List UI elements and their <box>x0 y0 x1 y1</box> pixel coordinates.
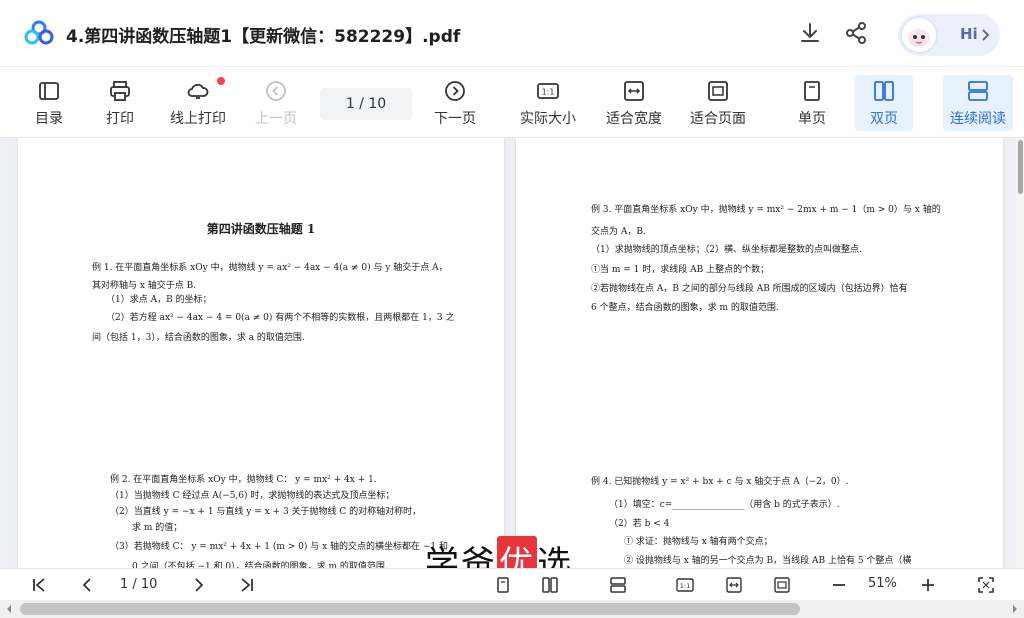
actual-size-small-icon[interactable]: 1:1 <box>676 576 694 594</box>
continuous-small-icon[interactable] <box>609 576 627 594</box>
text-line: （1）填空：c=________________（用含 b 的式子表示）. <box>609 500 840 510</box>
text-line: ②若抛物线在点 A，B 之间的部分与线段 AB 所围成的区域内（包括边界）恰有 <box>591 284 908 294</box>
text-line: ①当 m = 1 时，求线段 AB 上整点的个数； <box>591 265 770 275</box>
text-line: 求 m 的值； <box>132 523 183 533</box>
pdf-page-right: 例 3. 平面直角坐标系 xOy 中，抛物线 y = mx² − 2mx + m… <box>516 138 1003 570</box>
single-page-small-icon[interactable] <box>494 576 512 594</box>
prev-page-button[interactable]: 上一页 <box>250 75 302 131</box>
text-line: 例 4. 已知抛物线 y = x² + bx + c 与 x 轴交于点 A（−2… <box>591 477 849 487</box>
page-number-input[interactable]: 1 / 10 <box>320 88 412 120</box>
actual-size-icon: 1:1 <box>537 83 559 99</box>
prev-page-small-icon[interactable] <box>78 576 96 594</box>
zoom-level[interactable]: 51% <box>868 576 897 591</box>
text-line: （2）若方程 ax² − 4ax − 4 = 0(a ≠ 0) 有两个不相等的实… <box>106 313 455 323</box>
fit-page-small-icon[interactable] <box>773 576 791 594</box>
text-line: 例 1. 在平面直角坐标系 xOy 中，抛物线 y = ax² − 4ax − … <box>92 263 448 273</box>
single-page-button[interactable]: 单页 <box>787 75 837 131</box>
fit-width-icon <box>624 81 644 101</box>
fit-width-small-icon[interactable] <box>725 576 743 594</box>
text-line: 间（包括 1，3），结合函数的图象，求 a 的取值范围. <box>92 333 305 343</box>
text-line: ② 设抛物线与 x 轴的另一个交点为 B，当线段 AB 上恰有 5 个整点（横 <box>624 556 912 566</box>
hi-label: Hi <box>960 25 978 43</box>
scroll-right-icon[interactable] <box>1010 604 1020 614</box>
text-line: 交点为 A，B. <box>591 227 646 237</box>
text-line: （2）当直线 y = −x + 1 与直线 y = x + 3 关于抛物线 C … <box>110 507 422 517</box>
document-title: 4.第四讲函数压轴题1【更新微信：582229】.pdf <box>66 27 461 47</box>
bottom-page-indicator[interactable]: 1 / 10 <box>120 577 157 592</box>
assistant-avatar-icon <box>900 16 938 54</box>
next-page-button[interactable]: 下一页 <box>429 75 481 131</box>
fit-page-icon <box>708 81 728 101</box>
text-line: （1）求点 A，B 的坐标； <box>106 295 212 305</box>
svg-text:1:1: 1:1 <box>542 88 555 97</box>
document-viewer[interactable]: 第四讲函数压轴题 1 例 1. 在平面直角坐标系 xOy 中，抛物线 y = a… <box>0 138 1016 570</box>
text-line: 例 2. 在平面直角坐标系 xOy 中，抛物线 C： y = mx² + 4x … <box>110 475 377 485</box>
assistant-hi-button[interactable]: Hi <box>898 14 1000 56</box>
vertical-scrollbar[interactable] <box>1016 138 1024 568</box>
actual-size-button[interactable]: 1:1 实际大小 <box>516 75 580 131</box>
toolbar: 目录 打印 线上打印 上一页 1 / 10 下一页 1:1 实际大小 适合宽度 … <box>0 66 1024 138</box>
title-bar: 4.第四讲函数压轴题1【更新微信：582229】.pdf Hi <box>0 0 1024 66</box>
text-line: （2）若 b < 4 <box>609 519 670 529</box>
scroll-left-icon[interactable] <box>4 604 14 614</box>
next-page-small-icon[interactable] <box>190 576 208 594</box>
vertical-scroll-thumb[interactable] <box>1018 140 1023 194</box>
fit-page-button[interactable]: 适合页面 <box>686 75 750 131</box>
zoom-out-icon[interactable] <box>830 576 848 594</box>
online-print-button[interactable]: 线上打印 <box>166 75 230 131</box>
page-heading: 第四讲函数压轴题 1 <box>206 222 316 236</box>
pdf-page-left: 第四讲函数压轴题 1 例 1. 在平面直角坐标系 xOy 中，抛物线 y = a… <box>18 138 504 570</box>
svg-text:1:1: 1:1 <box>680 582 690 590</box>
fullscreen-icon[interactable] <box>977 576 995 594</box>
notification-dot <box>217 77 225 85</box>
fit-width-button[interactable]: 适合宽度 <box>602 75 666 131</box>
zoom-in-icon[interactable] <box>919 576 937 594</box>
single-page-icon <box>804 81 820 101</box>
last-page-icon[interactable] <box>238 576 256 594</box>
text-line: ① 求证：抛物线与 x 轴有两个交点； <box>624 537 773 547</box>
text-line: （3）若抛物线 C： y = mx² + 4x + 1 (m > 0) 与 x … <box>110 542 449 552</box>
cloud-print-icon <box>187 83 209 99</box>
horizontal-scrollbar[interactable] <box>0 600 1024 618</box>
toc-button[interactable]: 目录 <box>24 75 74 131</box>
text-line: 6 个整点，结合函数的图象，求 m 的取值范围. <box>591 303 779 313</box>
printer-icon <box>110 81 130 101</box>
text-line: （1）求抛物线的顶点坐标；（2）横、纵坐标都是整数的点叫做整点. <box>591 245 862 255</box>
double-page-small-icon[interactable] <box>541 576 559 594</box>
text-line: （1）当抛物线 C 经过点 A(−5,6) 时，求抛物线的表达式及顶点坐标； <box>110 491 395 501</box>
next-page-icon <box>445 81 465 101</box>
text-line: 例 3. 平面直角坐标系 xOy 中，抛物线 y = mx² − 2mx + m… <box>591 205 941 215</box>
print-button[interactable]: 打印 <box>95 75 145 131</box>
double-page-icon <box>874 81 894 101</box>
text-line: 其对称轴与 x 轴交于点 B. <box>92 281 197 291</box>
share-icon[interactable] <box>843 20 869 46</box>
continuous-read-icon <box>968 81 988 101</box>
download-icon[interactable] <box>797 20 823 46</box>
toc-icon <box>39 82 59 100</box>
prev-page-icon <box>266 81 286 101</box>
app-logo-icon <box>24 20 54 45</box>
bottom-bar: 1 / 10 1:1 51% <box>0 568 1024 600</box>
chevron-right-icon <box>982 29 990 41</box>
horizontal-scroll-thumb[interactable] <box>20 603 800 615</box>
first-page-icon[interactable] <box>30 576 48 594</box>
continuous-read-button[interactable]: 连续阅读 <box>943 75 1013 131</box>
double-page-button[interactable]: 双页 <box>855 75 913 131</box>
